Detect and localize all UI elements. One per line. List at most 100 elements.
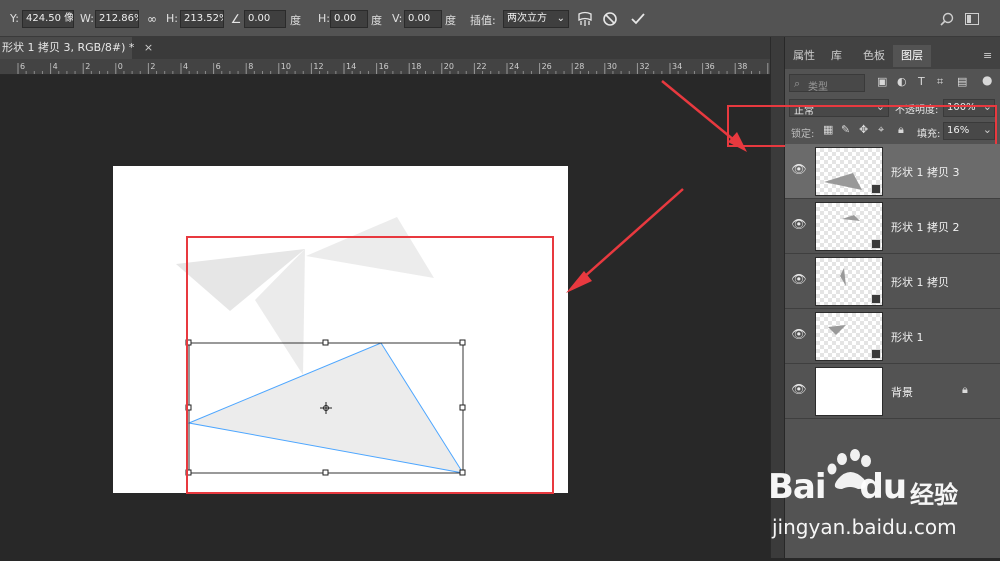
interp-select[interactable]: 两次立方 ⌄ — [503, 10, 569, 28]
ruler-tick-label: 30 — [607, 62, 617, 71]
angle-unit: 度 — [290, 12, 301, 28]
shape-badge-icon — [871, 184, 881, 194]
hskew-label: H: — [318, 12, 330, 25]
layer-row[interactable]: 👁︎ 形状 1 拷贝 3 — [785, 144, 1000, 199]
layer-row[interactable]: 👁︎ 形状 1 拷贝 2 — [785, 199, 1000, 254]
filter-toggle-icon[interactable]: ● — [982, 73, 992, 87]
transform-handle[interactable] — [323, 340, 328, 345]
layer-thumbnail — [815, 312, 883, 361]
ruler-tick-label: 22 — [476, 62, 486, 71]
lock-icon: 🔒︎ — [962, 383, 968, 397]
ruler-tick-label: 24 — [509, 62, 519, 71]
ruler-tick-label: 20 — [444, 62, 454, 71]
y-label: Y: — [10, 12, 19, 25]
h-label: H: — [166, 12, 178, 25]
brand-du: du — [860, 467, 907, 507]
layer-thumbnail — [815, 147, 883, 196]
shape-badge-icon — [871, 239, 881, 249]
eye-icon[interactable]: 👁︎ — [791, 382, 807, 398]
layer-name: 形状 1 拷贝 3 — [891, 164, 960, 180]
text-filter-icon[interactable]: T — [918, 75, 925, 88]
layer-row[interactable]: 👁︎ 形状 1 — [785, 309, 1000, 364]
vskew-label: V: — [392, 12, 402, 25]
ruler-tick-label: 4 — [53, 62, 58, 71]
vskew-input[interactable]: 0.00 — [404, 10, 442, 28]
commit-transform-icon[interactable] — [628, 9, 648, 29]
cancel-transform-icon[interactable] — [600, 9, 620, 29]
layer-thumbnail — [815, 202, 883, 251]
vskew-unit: 度 — [445, 12, 456, 28]
tab-library[interactable]: 库 — [831, 45, 842, 67]
transform-handle[interactable] — [460, 340, 465, 345]
brand-latin: Bai — [768, 467, 826, 507]
link-icon[interactable]: ∞ — [142, 9, 162, 29]
document-tab-bar: 形状 1 拷贝 3, RGB/8#) * × — [0, 37, 770, 59]
height-input[interactable]: 213.52% — [180, 10, 224, 28]
ruler-tick-label: 8 — [248, 62, 253, 71]
horizontal-ruler: 6420246810121416182022242628303234363840 — [0, 59, 770, 75]
ruler-tick-label: 32 — [639, 62, 649, 71]
layer-name: 形状 1 拷贝 — [891, 274, 949, 290]
ruler-tick-label: 2 — [150, 62, 155, 71]
interp-label: 插值: — [470, 12, 496, 28]
layer-thumbnail — [815, 257, 883, 306]
ruler-tick-label: 0 — [118, 62, 123, 71]
annotation-rectangle — [727, 105, 997, 147]
ruler-tick-label: 36 — [705, 62, 715, 71]
eye-icon[interactable]: 👁︎ — [791, 162, 807, 178]
layer-filter-select[interactable]: ⌕ 类型 — [789, 74, 865, 92]
transform-handle[interactable] — [460, 470, 465, 475]
workspace-icon[interactable] — [962, 9, 982, 29]
ruler-tick-label: 16 — [379, 62, 389, 71]
width-input[interactable]: 212.86% — [95, 10, 139, 28]
ruler-tick-label: 6 — [20, 62, 25, 71]
close-icon[interactable]: × — [144, 41, 153, 54]
angle-icon: ∠ — [226, 9, 246, 29]
tab-properties[interactable]: 属性 — [793, 45, 815, 67]
ruler-tick-label: 38 — [737, 62, 747, 71]
interp-value: 两次立方 — [507, 13, 547, 24]
adjustment-filter-icon[interactable]: ◐ — [897, 75, 907, 88]
document-title: 形状 1 拷贝 3, RGB/8#) * — [2, 41, 134, 54]
baidu-watermark: Baidu 经验 jingyan.baidu.com — [760, 445, 1000, 555]
eye-icon[interactable]: 👁︎ — [791, 327, 807, 343]
hskew-input[interactable]: 0.00 — [330, 10, 368, 28]
layer-row[interactable]: 👁︎ 形状 1 拷贝 — [785, 254, 1000, 309]
eye-icon[interactable]: 👁︎ — [791, 272, 807, 288]
image-filter-icon[interactable]: ▣ — [877, 75, 887, 88]
document-tab[interactable]: 形状 1 拷贝 3, RGB/8#) * × — [0, 37, 132, 59]
brand-cn: 经验 — [910, 475, 958, 510]
eye-icon[interactable]: 👁︎ — [791, 217, 807, 233]
shape-badge-icon — [871, 294, 881, 304]
panel-menu-icon[interactable]: ≡ — [983, 45, 992, 67]
layer-filter-label: 类型 — [808, 78, 828, 93]
canvas-area — [0, 75, 770, 558]
ruler-tick-label: 6 — [216, 62, 221, 71]
layer-thumbnail — [815, 367, 883, 416]
shape-filter-icon[interactable]: ⌗ — [937, 75, 943, 89]
transform-handle[interactable] — [460, 405, 465, 410]
warp-icon[interactable] — [575, 9, 595, 29]
brand-url: jingyan.baidu.com — [772, 515, 957, 539]
options-bar: Y: 424.50 像素 W: 212.86% ∞ H: 213.52% ∠ 0… — [0, 0, 1000, 37]
y-input[interactable]: 424.50 像素 — [22, 10, 74, 28]
tab-layers[interactable]: 图层 — [893, 45, 931, 67]
smartobject-filter-icon[interactable]: ▤ — [957, 75, 967, 88]
ruler-tick-label: 12 — [313, 62, 323, 71]
layer-row[interactable]: 👁︎ 背景 🔒︎ — [785, 364, 1000, 419]
canvas-svg — [0, 75, 770, 558]
tab-swatches[interactable]: 色板 — [863, 45, 885, 67]
layer-name: 形状 1 — [891, 329, 924, 345]
search-icon[interactable] — [937, 9, 957, 29]
annotation-arrow — [566, 189, 683, 293]
transform-handle[interactable] — [323, 470, 328, 475]
ruler-tick-label: 10 — [281, 62, 291, 71]
ruler-tick-label: 4 — [183, 62, 188, 71]
ruler-tick-label: 28 — [574, 62, 584, 71]
w-label: W: — [80, 12, 94, 25]
ruler-tick-label: 2 — [85, 62, 90, 71]
chevron-down-icon: ⌄ — [557, 11, 565, 27]
angle-input[interactable]: 0.00 — [244, 10, 286, 28]
ruler-tick-label: 18 — [411, 62, 421, 71]
shape-badge-icon — [871, 349, 881, 359]
